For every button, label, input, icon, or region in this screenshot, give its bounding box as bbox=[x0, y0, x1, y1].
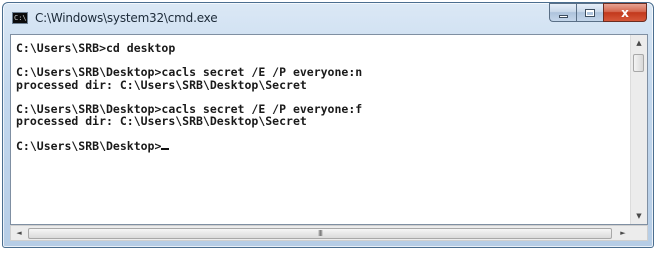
cmd-window: C:\ C:\Windows\system32\cmd.exe x C:\Use… bbox=[2, 2, 654, 248]
size-grip[interactable] bbox=[631, 226, 647, 240]
window-controls: x bbox=[549, 3, 647, 23]
console-line: processed dir: C:\Users\SRB\Desktop\Secr… bbox=[16, 114, 307, 129]
console-line: processed dir: C:\Users\SRB\Desktop\Secr… bbox=[16, 77, 307, 92]
minimize-button[interactable] bbox=[549, 3, 576, 22]
scroll-right-button[interactable]: ► bbox=[615, 225, 631, 241]
console-line: C:\Users\SRB>cd desktop bbox=[16, 41, 176, 55]
up-arrow-icon: ▲ bbox=[636, 39, 642, 47]
grip-icon: III bbox=[317, 229, 323, 238]
close-button[interactable]: x bbox=[603, 3, 647, 22]
console-area[interactable]: C:\Users\SRB>cd desktop C:\Users\SRB\Des… bbox=[10, 34, 648, 225]
horizontal-scrollbar[interactable]: ◄ III ► bbox=[10, 225, 648, 241]
scroll-up-button[interactable]: ▲ bbox=[631, 35, 647, 51]
title-bar[interactable]: C:\ C:\Windows\system32\cmd.exe x bbox=[3, 3, 653, 33]
cmd-icon[interactable]: C:\ bbox=[12, 12, 28, 24]
right-arrow-icon: ► bbox=[620, 229, 626, 237]
close-icon: x bbox=[621, 5, 629, 20]
window-title: C:\Windows\system32\cmd.exe bbox=[35, 11, 218, 25]
scroll-left-button[interactable]: ◄ bbox=[11, 225, 27, 241]
vertical-scrollbar[interactable]: ▲ ▼ bbox=[630, 35, 647, 224]
left-arrow-icon: ◄ bbox=[16, 229, 22, 237]
vertical-scroll-thumb[interactable] bbox=[633, 54, 644, 72]
maximize-icon bbox=[585, 8, 595, 17]
console-output[interactable]: C:\Users\SRB>cd desktop C:\Users\SRB\Des… bbox=[16, 42, 627, 152]
minimize-icon bbox=[558, 14, 568, 18]
horizontal-scroll-thumb[interactable]: III bbox=[28, 228, 612, 239]
maximize-button[interactable] bbox=[576, 3, 603, 22]
down-arrow-icon: ▼ bbox=[636, 212, 642, 220]
console-prompt: C:\Users\SRB\Desktop> bbox=[16, 138, 162, 153]
scroll-down-button[interactable]: ▼ bbox=[631, 208, 647, 224]
text-cursor bbox=[161, 147, 170, 150]
